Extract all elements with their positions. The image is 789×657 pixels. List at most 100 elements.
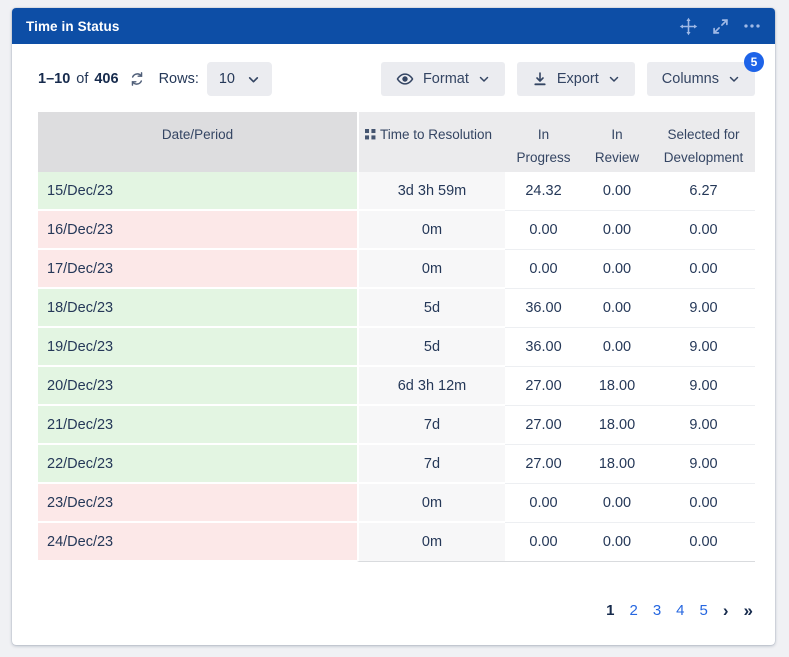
table-row: 18/Dec/23 5d 36.00 0.00 9.00 bbox=[38, 289, 755, 328]
table-header-row: Date/Period Time to Resolution In Progre… bbox=[38, 112, 755, 172]
export-button[interactable]: Export bbox=[517, 62, 635, 96]
maximize-icon[interactable] bbox=[712, 18, 729, 35]
page-link[interactable]: 2 bbox=[629, 602, 637, 619]
move-icon[interactable] bbox=[679, 17, 698, 36]
range-values: 1–10 bbox=[38, 71, 70, 87]
date-period-cell: 19/Dec/23 bbox=[38, 328, 357, 367]
page-link[interactable]: 3 bbox=[653, 602, 661, 619]
selected-for-development-cell: 0.00 bbox=[652, 250, 755, 289]
pagination-range: 1–10 of 406 bbox=[38, 71, 145, 87]
time-in-status-gadget: Time in Status bbox=[12, 8, 775, 645]
time-to-resolution-cell: 0m bbox=[357, 211, 505, 250]
in-progress-cell: 27.00 bbox=[505, 367, 582, 406]
column-header-label: Time to Resolution bbox=[380, 127, 492, 142]
time-to-resolution-cell: 5d bbox=[357, 289, 505, 328]
eye-icon bbox=[396, 70, 414, 88]
in-review-cell: 0.00 bbox=[582, 328, 652, 367]
in-progress-cell: 36.00 bbox=[505, 289, 582, 328]
format-button[interactable]: Format bbox=[381, 62, 505, 96]
refresh-icon[interactable] bbox=[129, 71, 145, 87]
date-period-cell: 24/Dec/23 bbox=[38, 523, 357, 562]
download-icon bbox=[532, 71, 548, 87]
rows-per-page-select[interactable]: 10 bbox=[207, 62, 272, 96]
selected-for-development-cell: 0.00 bbox=[652, 211, 755, 250]
total-count: 406 bbox=[94, 71, 118, 87]
in-review-cell: 0.00 bbox=[582, 523, 652, 562]
more-icon[interactable] bbox=[743, 17, 761, 35]
page-link[interactable]: 4 bbox=[676, 602, 684, 619]
time-to-resolution-cell: 0m bbox=[357, 523, 505, 562]
column-header-date-period: Date/Period bbox=[38, 112, 357, 172]
in-review-cell: 18.00 bbox=[582, 406, 652, 445]
chevron-down-icon bbox=[608, 73, 620, 85]
date-period-cell: 18/Dec/23 bbox=[38, 289, 357, 328]
gadget-header-bar: Time in Status bbox=[12, 8, 775, 44]
date-period-cell: 20/Dec/23 bbox=[38, 367, 357, 406]
date-period-cell: 15/Dec/23 bbox=[38, 172, 357, 211]
in-review-cell: 0.00 bbox=[582, 172, 652, 211]
table-row: 16/Dec/23 0m 0.00 0.00 0.00 bbox=[38, 211, 755, 250]
columns-button[interactable]: Columns 5 bbox=[647, 62, 755, 96]
column-header-time-to-resolution[interactable]: Time to Resolution bbox=[357, 112, 505, 172]
date-period-cell: 22/Dec/23 bbox=[38, 445, 357, 484]
in-review-cell: 0.00 bbox=[582, 484, 652, 523]
table-row: 24/Dec/23 0m 0.00 0.00 0.00 bbox=[38, 523, 755, 562]
selected-for-development-cell: 9.00 bbox=[652, 367, 755, 406]
format-button-label: Format bbox=[423, 71, 469, 87]
table-row: 20/Dec/23 6d 3h 12m 27.00 18.00 9.00 bbox=[38, 367, 755, 406]
drag-handle-icon[interactable] bbox=[365, 125, 376, 148]
time-to-resolution-cell: 3d 3h 59m bbox=[357, 172, 505, 211]
in-review-cell: 0.00 bbox=[582, 250, 652, 289]
chevron-down-icon bbox=[728, 73, 740, 85]
in-progress-cell: 27.00 bbox=[505, 445, 582, 484]
time-in-status-table: Date/Period Time to Resolution In Progre… bbox=[38, 112, 755, 562]
selected-for-development-cell: 0.00 bbox=[652, 484, 755, 523]
column-header-selected-for-development: Selected for Development bbox=[652, 112, 755, 172]
rows-label: Rows: bbox=[159, 71, 199, 87]
selected-for-development-cell: 9.00 bbox=[652, 289, 755, 328]
current-page: 1 bbox=[606, 602, 614, 619]
toolbar: 1–10 of 406 Rows: 10 bbox=[12, 44, 775, 112]
pagination: 1 2345 › » bbox=[12, 602, 775, 645]
table-row: 19/Dec/23 5d 36.00 0.00 9.00 bbox=[38, 328, 755, 367]
of-label: of bbox=[76, 71, 88, 87]
in-review-cell: 0.00 bbox=[582, 211, 652, 250]
selected-for-development-cell: 6.27 bbox=[652, 172, 755, 211]
in-review-cell: 18.00 bbox=[582, 367, 652, 406]
selected-for-development-cell: 0.00 bbox=[652, 523, 755, 562]
column-header-in-progress: In Progress bbox=[505, 112, 582, 172]
in-progress-cell: 0.00 bbox=[505, 211, 582, 250]
gadget-title: Time in Status bbox=[26, 19, 119, 34]
page-link[interactable]: 5 bbox=[700, 602, 708, 619]
date-period-cell: 21/Dec/23 bbox=[38, 406, 357, 445]
table-row: 17/Dec/23 0m 0.00 0.00 0.00 bbox=[38, 250, 755, 289]
in-progress-cell: 24.32 bbox=[505, 172, 582, 211]
date-period-cell: 16/Dec/23 bbox=[38, 211, 357, 250]
table-row: 23/Dec/23 0m 0.00 0.00 0.00 bbox=[38, 484, 755, 523]
table-row: 15/Dec/23 3d 3h 59m 24.32 0.00 6.27 bbox=[38, 172, 755, 211]
in-review-cell: 18.00 bbox=[582, 445, 652, 484]
time-to-resolution-cell: 7d bbox=[357, 445, 505, 484]
table-row: 21/Dec/23 7d 27.00 18.00 9.00 bbox=[38, 406, 755, 445]
in-progress-cell: 27.00 bbox=[505, 406, 582, 445]
toolbar-buttons: Format Export Columns 5 bbox=[381, 62, 755, 96]
columns-button-label: Columns bbox=[662, 71, 719, 87]
time-to-resolution-cell: 0m bbox=[357, 250, 505, 289]
gadget-actions bbox=[679, 17, 761, 36]
in-progress-cell: 0.00 bbox=[505, 250, 582, 289]
time-to-resolution-cell: 6d 3h 12m bbox=[357, 367, 505, 406]
last-page-button[interactable]: » bbox=[744, 602, 753, 619]
date-period-cell: 23/Dec/23 bbox=[38, 484, 357, 523]
next-page-button[interactable]: › bbox=[723, 602, 729, 619]
in-progress-cell: 0.00 bbox=[505, 523, 582, 562]
chevron-down-icon bbox=[247, 73, 260, 86]
columns-count-badge: 5 bbox=[744, 52, 764, 72]
column-header-in-review: In Review bbox=[582, 112, 652, 172]
rows-per-page-value: 10 bbox=[219, 71, 235, 87]
export-button-label: Export bbox=[557, 71, 599, 87]
in-review-cell: 0.00 bbox=[582, 289, 652, 328]
status-table-container: Date/Period Time to Resolution In Progre… bbox=[12, 112, 775, 562]
table-row: 22/Dec/23 7d 27.00 18.00 9.00 bbox=[38, 445, 755, 484]
selected-for-development-cell: 9.00 bbox=[652, 406, 755, 445]
chevron-down-icon bbox=[478, 73, 490, 85]
